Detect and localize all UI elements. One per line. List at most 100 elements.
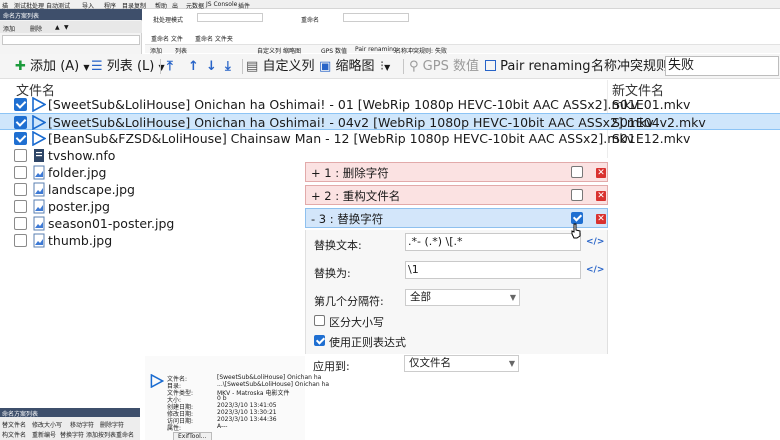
replace-text-input[interactable]: .*- (.*) \[.*	[405, 233, 581, 251]
gps-label: GPS 数值	[422, 59, 479, 74]
row-checkbox[interactable]	[14, 132, 27, 145]
info-value: 2023/3/10 13:41:05	[217, 402, 277, 409]
image-file-icon	[33, 165, 45, 180]
info-value: MKV - Matroska 电影文件	[217, 390, 290, 397]
thumb-toolbar: 添加 列表 自定义列 缩略图 GPS 数值 Pair renaming 名称冲突…	[145, 44, 780, 55]
thumbnails-button[interactable]: ▣ 缩略图	[319, 57, 374, 76]
row-checkbox[interactable]	[14, 149, 27, 162]
file-name: folder.jpg	[48, 165, 107, 180]
row-checkbox[interactable]	[14, 98, 27, 111]
checkbox-icon	[485, 60, 496, 71]
image-file-icon	[33, 233, 45, 248]
row-checkbox[interactable]	[14, 183, 27, 196]
nth-separator-select[interactable]: 全部 ▼	[405, 289, 520, 306]
rule-title: + 2 : 重构文件名	[311, 189, 401, 203]
thumb-select	[343, 13, 409, 22]
row-checkbox[interactable]	[14, 116, 27, 129]
chevron-down-icon: ▼	[508, 359, 515, 368]
move-top-icon: ⤒	[167, 59, 173, 74]
hand-cursor-icon	[571, 223, 581, 239]
thumb-left-panel: 命名方案列表 添加 删除 ▲ ▼	[0, 9, 142, 54]
thumb-left-panel-title: 命名方案列表	[3, 13, 40, 20]
row-checkbox[interactable]	[14, 166, 27, 179]
file-name: landscape.jpg	[48, 182, 135, 197]
pin-icon: ⚲	[409, 59, 419, 74]
video-file-icon	[32, 97, 46, 112]
replace-with-label: 替换为:	[314, 267, 351, 280]
gps-button[interactable]: ⚲ GPS 数值	[409, 57, 479, 76]
thumb-action: 替换字符	[60, 432, 85, 439]
thumb-form-label: 批处理模式	[153, 17, 184, 24]
image-file-icon	[33, 182, 45, 197]
file-row-selected[interactable]: [SweetSub&LoliHouse] Onichan ha Oshimai!…	[0, 113, 780, 130]
thumbnails-label: 缩略图	[335, 59, 375, 74]
rule-header-2[interactable]: + 2 : 重构文件名 ✕	[305, 185, 608, 205]
thumb-menu-item: JS Console	[206, 1, 238, 8]
thumb-menubar: 描 测试批处理 自动测试 导入 程序 目录复制 帮助 出 元数据 JS Cons…	[0, 0, 780, 10]
file-row[interactable]: [BeanSub&FZSD&LoliHouse] Chainsaw Man - …	[0, 130, 780, 147]
add-button[interactable]: ✚ 添加 (A) ▼	[15, 57, 90, 76]
pair-renaming-label: Pair renaming	[500, 59, 591, 74]
rule-header-1[interactable]: + 1 : 删除字符 ✕	[305, 162, 608, 182]
file-name: [SweetSub&LoliHouse] Onichan ha Oshimai!…	[48, 115, 654, 130]
move-bottom-button[interactable]: ⤓	[225, 57, 231, 76]
chevron-down-icon: ▼	[83, 63, 90, 72]
regex-helper-icon[interactable]: </>	[586, 265, 604, 275]
thumb-lp-up: ▲	[55, 24, 60, 31]
delete-rule-icon[interactable]: ✕	[596, 214, 606, 224]
info-label: 属性:	[167, 425, 182, 432]
row-checkbox[interactable]	[14, 217, 27, 230]
move-top-button[interactable]: ⤒	[167, 57, 173, 76]
file-name: thumb.jpg	[48, 233, 113, 248]
list-button[interactable]: ☰ 列表 (L) ▼	[91, 57, 165, 76]
add-shortcut: (A)	[60, 59, 80, 74]
info-value: A---	[217, 423, 228, 430]
delete-rule-icon[interactable]: ✕	[596, 191, 606, 201]
columns-icon: ▤	[246, 59, 259, 74]
thumbnail-icon: ▣	[319, 59, 332, 74]
thumb-action: 构文件名	[2, 432, 27, 439]
pair-renaming-toggle[interactable]: Pair renaming	[485, 57, 590, 76]
file-name: poster.jpg	[48, 199, 110, 214]
rule-enable-checkbox[interactable]	[571, 189, 583, 201]
toolbar-separator	[403, 59, 404, 74]
row-checkbox[interactable]	[14, 234, 27, 247]
info-value: ...\[SweetSub&LoliHouse] Onichan ha	[217, 381, 330, 388]
plus-icon: ✚	[15, 59, 26, 74]
move-bottom-icon: ⤓	[225, 59, 231, 74]
info-value: [SweetSub&LoliHouse] Onichan ha	[217, 374, 322, 381]
thumb-file-info-panel: 文件名: 目录: 文件类型: 大小: 创建日期: 修改日期: 访问日期: 属性:…	[145, 356, 329, 440]
rule-enable-checkbox[interactable]	[571, 166, 583, 178]
apply-to-value: 仅文件名	[409, 357, 451, 369]
apply-to-select[interactable]: 仅文件名 ▼	[404, 355, 519, 372]
use-regex-checkbox[interactable]	[314, 335, 325, 346]
thumb-lp-down: ▼	[64, 24, 69, 31]
thumb-action: 删除字符	[100, 422, 125, 429]
list-label: 列表	[106, 59, 133, 74]
chevron-down-icon: ▼	[509, 293, 516, 302]
info-value: 0 b	[217, 395, 227, 402]
case-sensitive-checkbox[interactable]	[314, 315, 325, 326]
grid-options-button[interactable]: ⁝▼	[380, 57, 390, 76]
conflict-rule-select[interactable]: 失败	[665, 56, 779, 76]
move-down-button[interactable]: ↓	[206, 57, 217, 76]
new-file-name: S01E04v2.mkv	[612, 115, 706, 130]
custom-columns-button[interactable]: ▤ 自定义列	[246, 57, 314, 76]
move-up-button[interactable]: ↑	[188, 57, 199, 76]
thumb-bottom-left-panel: 命名方案列表 替文件名 修改大小写 移动字符 删除字符 构文件名 重新编号 替换…	[0, 408, 140, 440]
delete-rule-icon[interactable]: ✕	[596, 168, 606, 178]
rule-3-body: 替换文本: .*- (.*) \[.* </> 替换为: \1 </> 第几个分…	[305, 230, 608, 354]
thumb-select	[197, 13, 263, 22]
custom-columns-label: 自定义列	[262, 59, 315, 74]
file-row[interactable]: [SweetSub&LoliHouse] Onichan ha Oshimai!…	[0, 96, 780, 113]
exiftool-button[interactable]: ExifTool...	[173, 432, 212, 440]
replace-with-input[interactable]: \1	[405, 261, 581, 279]
regex-helper-icon[interactable]: </>	[586, 237, 604, 247]
thumb-left-panel-header: 命名方案列表	[0, 9, 142, 20]
add-label: 添加	[30, 59, 57, 74]
file-name: [SweetSub&LoliHouse] Onichan ha Oshimai!…	[48, 97, 639, 112]
thumb-tb-item: Pair renaming	[355, 46, 397, 53]
row-checkbox[interactable]	[14, 200, 27, 213]
rule-header-3[interactable]: - 3 : 替换字符 ✕	[305, 208, 608, 228]
conflict-rule-label: 名称冲突规则:	[591, 59, 674, 74]
